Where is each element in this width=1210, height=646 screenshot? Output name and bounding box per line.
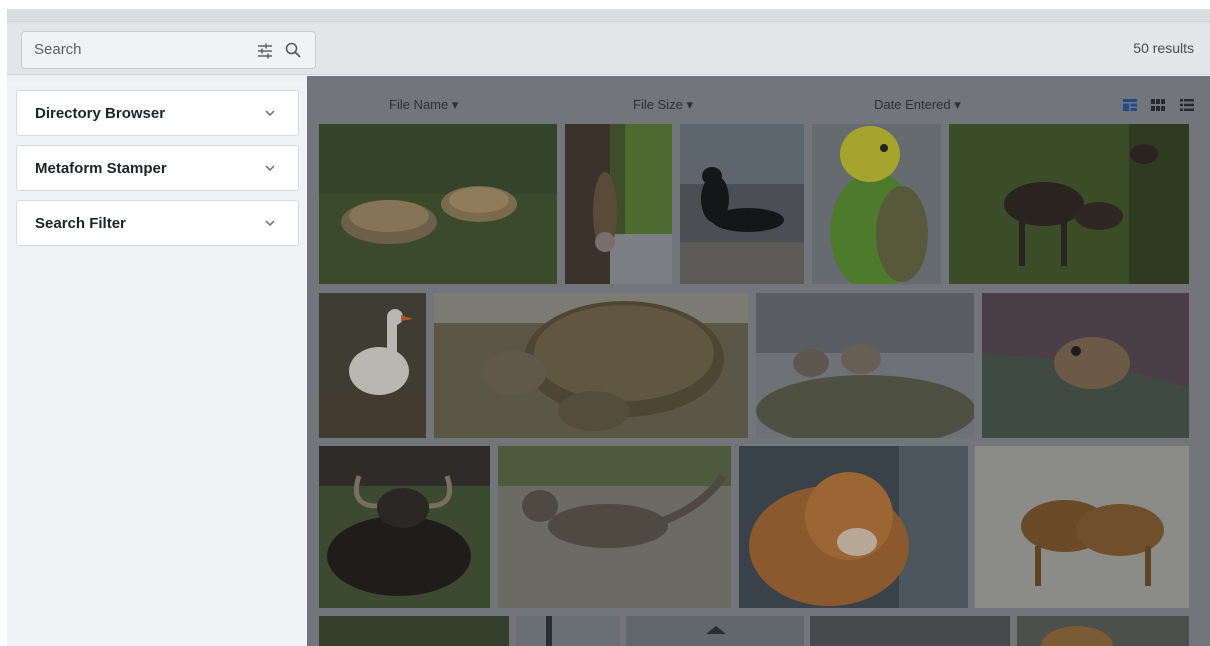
sort-date-entered[interactable]: Date Entered ▾	[874, 97, 961, 113]
image-parakeet[interactable]	[812, 124, 941, 284]
panel-directory-browser[interactable]: Directory Browser	[16, 90, 299, 136]
image-dark-scene[interactable]	[810, 616, 1010, 646]
search-icon[interactable]	[284, 41, 302, 59]
panel-search-filter[interactable]: Search Filter	[16, 200, 299, 246]
image-tortoise[interactable]	[434, 293, 748, 438]
top-bar: 50 results	[7, 9, 1210, 75]
image-yak[interactable]	[319, 446, 490, 608]
sort-file-size[interactable]: File Size ▾	[633, 97, 693, 113]
image-wolves[interactable]	[756, 293, 974, 438]
image-squirrel[interactable]	[565, 124, 672, 284]
panel-title: Directory Browser	[35, 105, 166, 122]
image-tabby-cat[interactable]	[498, 446, 731, 608]
image-orange-animal[interactable]	[1017, 616, 1189, 646]
panel-metaform-stamper[interactable]: Metaform Stamper	[16, 145, 299, 191]
results-gallery: File Name ▾ File Size ▾ Date Entered ▾	[307, 76, 1210, 646]
image-moose[interactable]	[949, 124, 1189, 284]
image-tigers[interactable]	[975, 446, 1189, 608]
image-goose[interactable]	[319, 293, 426, 438]
chevron-down-icon	[265, 110, 275, 116]
app-frame: 50 results Directory Browser Metaform St…	[7, 9, 1210, 646]
chevron-down-icon	[265, 220, 275, 226]
panel-title: Search Filter	[35, 215, 126, 232]
image-black-cat[interactable]	[680, 124, 804, 284]
sort-file-name[interactable]: File Name ▾	[389, 97, 458, 113]
image-structure[interactable]	[516, 616, 620, 646]
top-strip	[7, 9, 1210, 22]
filter-icon[interactable]	[256, 42, 274, 60]
image-dog-under-blanket[interactable]	[982, 293, 1189, 438]
panel-title: Metaform Stamper	[35, 160, 167, 177]
masonry-view-icon[interactable]	[1123, 99, 1137, 111]
search-input[interactable]	[34, 41, 234, 58]
image-tiger[interactable]	[739, 446, 968, 608]
results-count: 50 results	[1133, 40, 1194, 56]
search-box[interactable]	[21, 31, 316, 69]
image-tortoises[interactable]	[319, 124, 557, 284]
image-lines[interactable]	[626, 616, 804, 646]
image-forest[interactable]	[319, 616, 509, 646]
list-view-icon[interactable]	[1180, 99, 1194, 111]
grid-view-icon[interactable]	[1151, 99, 1165, 111]
sidebar: Directory Browser Metaform Stamper Searc…	[7, 82, 307, 646]
chevron-down-icon	[265, 165, 275, 171]
